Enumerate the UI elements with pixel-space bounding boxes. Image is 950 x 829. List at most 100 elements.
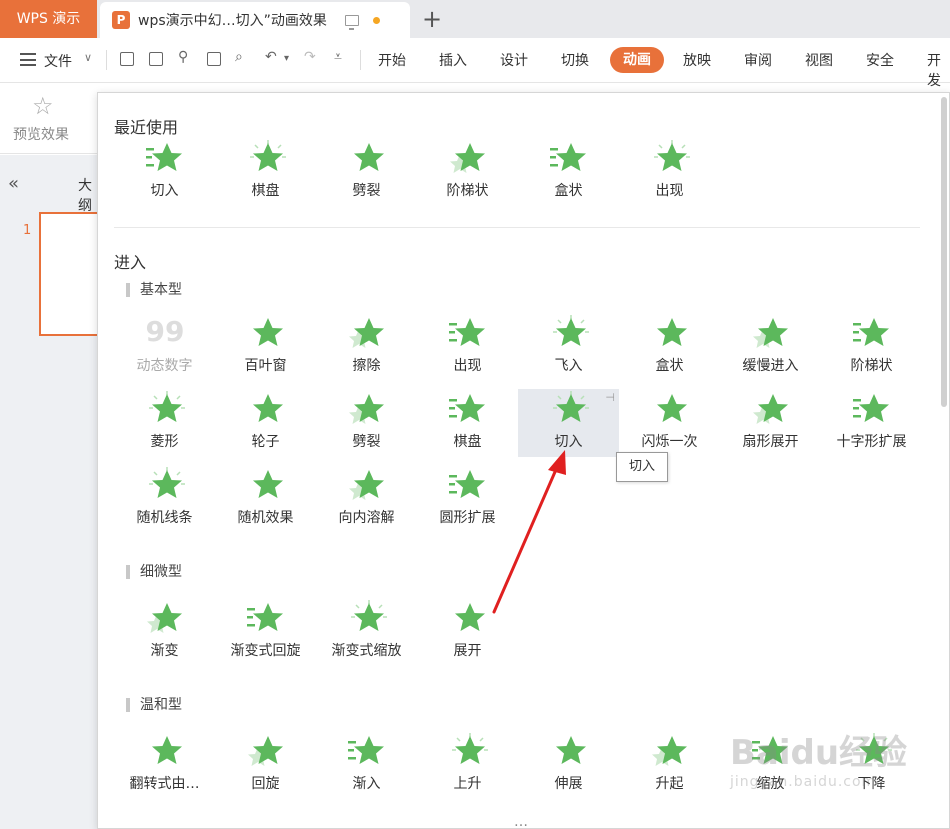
basic-effect-label: 棋盘	[453, 434, 482, 450]
basic-effect-item[interactable]: 随机效果	[215, 465, 316, 533]
redo-icon[interactable]: ↷	[304, 49, 316, 65]
basic-effect-item[interactable]: 劈裂	[316, 389, 417, 457]
subtle-effect-label: 展开	[453, 643, 482, 659]
document-tab[interactable]: P wps演示中幻…切入”动画效果	[100, 2, 410, 38]
recent-effect-item[interactable]: 出现	[619, 138, 720, 206]
recent-effect-label: 出现	[655, 183, 684, 199]
undo-dropdown-icon[interactable]: ▾	[284, 53, 289, 64]
tab-view[interactable]: 视图	[805, 50, 833, 70]
moderate-effect-label: 回旋	[251, 776, 280, 792]
file-menu[interactable]: 文件	[44, 51, 72, 71]
basic-effect-item[interactable]: 闪烁一次	[619, 389, 720, 457]
basic-effect-item[interactable]: 飞入	[518, 313, 619, 381]
basic-effect-item[interactable]: 圆形扩展	[417, 465, 518, 533]
pin-icon[interactable]: ⊣	[605, 391, 615, 404]
hamburger-icon[interactable]	[20, 53, 36, 66]
moderate-effect-item[interactable]: 翻转式由…	[114, 731, 215, 799]
tab-review[interactable]: 审阅	[744, 50, 772, 70]
basic-effect-item[interactable]: 擦除	[316, 313, 417, 381]
star-effect-icon	[145, 391, 185, 427]
enter-section-title: 进入	[114, 253, 147, 272]
basic-effect-item[interactable]: 阶梯状	[821, 313, 922, 381]
star-icon[interactable]: ☆	[32, 92, 54, 120]
moderate-effect-item[interactable]: 回旋	[215, 731, 316, 799]
collapse-icon[interactable]: «	[8, 173, 19, 194]
watermark-url: jingyan.baidu.com	[730, 774, 877, 790]
moderate-effect-item[interactable]: 升起	[619, 731, 720, 799]
basic-effect-item[interactable]: 盒状	[619, 313, 720, 381]
star-effect-icon	[347, 600, 387, 636]
basic-effect-item[interactable]: 切入 ⊣	[518, 389, 619, 457]
scrollbar[interactable]	[941, 97, 947, 407]
basic-effect-item[interactable]: 缓慢进入	[720, 313, 821, 381]
tab-slideshow[interactable]: 放映	[683, 50, 711, 70]
subtle-effect-item[interactable]: 渐变式缩放	[316, 598, 417, 666]
basic-effect-label: 飞入	[554, 358, 583, 374]
star-effect-icon	[145, 467, 185, 503]
star-effect-icon	[347, 315, 387, 351]
recent-effect-item[interactable]: 劈裂	[316, 138, 417, 206]
subtle-effect-item[interactable]: 渐变	[114, 598, 215, 666]
recent-effect-item[interactable]: 棋盘	[215, 138, 316, 206]
outline-tab[interactable]: 大纲	[78, 175, 97, 215]
moderate-effect-label: 升起	[655, 776, 684, 792]
print-icon[interactable]	[207, 52, 221, 66]
monitor-icon[interactable]	[344, 14, 359, 30]
star-effect-icon	[448, 733, 488, 769]
basic-effect-item[interactable]: 棋盘	[417, 389, 518, 457]
chevron-down-icon[interactable]: ∨	[84, 51, 92, 64]
print-preview-icon[interactable]: ⌕	[235, 49, 243, 65]
basic-effect-item[interactable]: 十字形扩展	[821, 389, 922, 457]
subtle-effect-item[interactable]: 展开	[417, 598, 518, 666]
new-tab-button[interactable]: +	[422, 4, 442, 34]
app-tab[interactable]: WPS 演示	[0, 0, 97, 38]
basic-effect-item[interactable]: 百叶窗	[215, 313, 316, 381]
star-effect-icon	[246, 140, 286, 176]
subtle-effect-label: 渐变式回旋	[230, 643, 301, 659]
preview-effect-button[interactable]: 预览效果	[13, 124, 69, 144]
save-icon[interactable]	[149, 52, 163, 66]
basic-effect-item[interactable]: 轮子	[215, 389, 316, 457]
basic-effect-item[interactable]: 随机线条	[114, 465, 215, 533]
basic-effect-label: 阶梯状	[850, 358, 893, 374]
moderate-effect-item[interactable]: 上升	[417, 731, 518, 799]
basic-effect-item[interactable]: 向内溶解	[316, 465, 417, 533]
basic-effect-item[interactable]: 出现	[417, 313, 518, 381]
tab-developer[interactable]: 开发	[927, 50, 950, 90]
basic-effect-label: 闪烁一次	[641, 434, 698, 450]
star-effect-icon	[650, 733, 690, 769]
basic-effect-label: 菱形	[150, 434, 179, 450]
recent-effect-item[interactable]: 切入	[114, 138, 215, 206]
basic-effect-item[interactable]: 菱形	[114, 389, 215, 457]
subtle-effect-label: 渐变式缩放	[331, 643, 402, 659]
customize-icon[interactable]: ⩡	[334, 49, 342, 65]
tab-insert[interactable]: 插入	[439, 50, 467, 70]
format-painter-icon[interactable]: ⚲	[178, 49, 188, 65]
recent-effect-item[interactable]: 阶梯状	[417, 138, 518, 206]
tab-security[interactable]: 安全	[866, 50, 894, 70]
tab-transition[interactable]: 切换	[561, 50, 589, 70]
moderate-effect-item[interactable]: 渐入	[316, 731, 417, 799]
presentation-icon: P	[112, 11, 130, 29]
recent-effect-item[interactable]: 盒状	[518, 138, 619, 206]
open-folder-icon[interactable]	[120, 52, 134, 66]
basic-effect-label: 出现	[453, 358, 482, 374]
moderate-effect-item[interactable]: 伸展	[518, 731, 619, 799]
star-effect-icon	[246, 391, 286, 427]
moderate-effect-label: 翻转式由…	[129, 776, 200, 792]
star-effect-icon	[347, 391, 387, 427]
star-effect-icon	[448, 315, 488, 351]
more-indicator[interactable]: …	[514, 814, 529, 828]
basic-effect-label: 缓慢进入	[742, 358, 799, 374]
tab-design[interactable]: 设计	[500, 50, 528, 70]
watermark: Baidu经验 jingyan.baidu.com	[730, 725, 907, 790]
subtle-effect-item[interactable]: 渐变式回旋	[215, 598, 316, 666]
basic-effect-item[interactable]: 扇形展开	[720, 389, 821, 457]
basic-effect-label: 扇形展开	[742, 434, 799, 450]
basic-effect-item[interactable]: 99 动态数字	[114, 313, 215, 381]
moderate-effect-label: 上升	[453, 776, 482, 792]
undo-icon[interactable]: ↶	[265, 49, 277, 65]
tab-home[interactable]: 开始	[378, 50, 406, 70]
star-effect-icon	[448, 600, 488, 636]
tab-animation[interactable]: 动画	[610, 47, 664, 73]
